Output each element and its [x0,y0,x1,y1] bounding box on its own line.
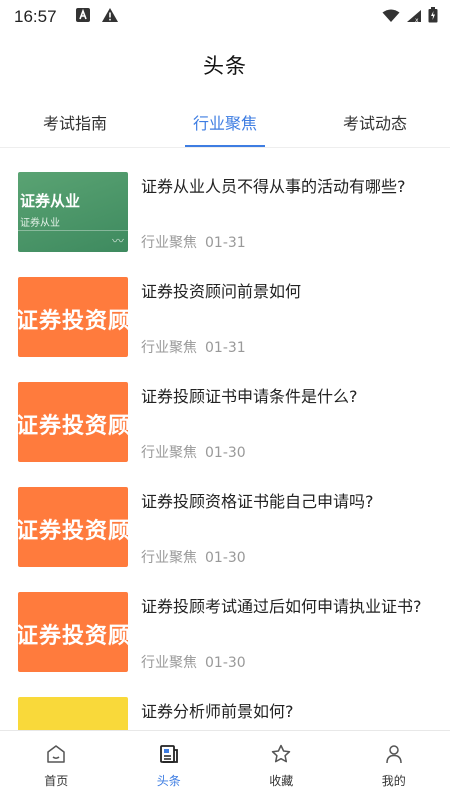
nav-news[interactable]: 头条 [113,731,226,800]
warning-icon [101,7,119,27]
tab-exam-news[interactable]: 考试动态 [300,96,450,147]
app-a-icon [75,7,91,27]
signal-icon: x [406,8,422,27]
article-date: 01-31 [205,340,246,356]
article-category: 行业聚焦 [141,340,197,356]
article-title: 证券投顾证书申请条件是什么? [141,387,358,406]
thumbnail-text: 证券投资顾问 [18,414,128,439]
category-tabs: 考试指南 行业聚焦 考试动态 [0,96,450,148]
tab-label: 行业聚焦 [192,113,257,133]
thumbnail-text: 证券从业 [20,192,81,210]
article-item[interactable]: 证券投资顾问 证券投顾资格证书能自己申请吗? 行业聚焦 01-30 [0,471,450,576]
nav-label: 收藏 [269,774,294,788]
thumbnail-text: 证券投资顾问 [18,309,128,334]
article-thumbnail: 证券从业 证券从业 〰 [18,172,128,252]
article-category: 行业聚焦 [141,655,197,671]
news-icon [158,743,180,768]
page-title: 头条 [203,54,247,78]
article-item[interactable]: 证券从业 证券从业 〰 证券从业人员不得从事的活动有哪些? 行业聚焦 01-31 [0,156,450,261]
nav-label: 首页 [44,774,69,788]
article-category: 行业聚焦 [141,445,197,461]
article-category: 行业聚焦 [141,550,197,566]
article-meta: 行业聚焦 01-30 [141,442,246,462]
article-item[interactable]: 证券投资顾问 证券投顾证书申请条件是什么? 行业聚焦 01-30 [0,366,450,471]
nav-home[interactable]: 首页 [0,731,113,800]
svg-text:x: x [415,17,419,23]
nav-label: 我的 [381,774,406,788]
article-category: 行业聚焦 [141,235,197,251]
article-date: 01-30 [205,655,246,671]
article-thumbnail: 证券投资顾问 [18,487,128,567]
article-thumbnail: 证券投资顾问 [18,592,128,672]
article-meta: 行业聚焦 01-31 [141,232,246,252]
article-title: 证券投顾考试通过后如何申请执业证书? [141,597,422,616]
status-left-icons [75,7,119,27]
header: 头条 [0,34,450,96]
thumbnail-divider [18,230,128,231]
nav-profile[interactable]: 我的 [338,731,450,800]
status-bar: 16:57 x [0,0,450,34]
tab-exam-guide[interactable]: 考试指南 [0,96,150,147]
article-date: 01-30 [205,445,246,461]
article-title: 证券从业人员不得从事的活动有哪些? [141,177,406,196]
article-thumbnail: 证券投资顾问 [18,277,128,357]
home-icon [45,743,67,768]
article-item[interactable]: 证券分析师前景如何? [0,681,450,730]
article-date: 01-31 [205,235,246,251]
bottom-nav: 首页 头条 收藏 我的 [0,730,450,800]
tab-label: 考试动态 [342,113,407,133]
tab-industry-focus[interactable]: 行业聚焦 [150,96,300,147]
person-icon [383,743,405,768]
status-right: x [382,7,438,27]
article-title: 证券投资顾问前景如何 [141,282,302,301]
thumbnail-text: 证券投资顾问 [18,624,128,649]
status-time: 16:57 [14,7,57,26]
nav-favorites[interactable]: 收藏 [225,731,338,800]
battery-icon [428,7,438,27]
article-meta: 行业聚焦 01-30 [141,547,246,567]
article-thumbnail: 证券投资顾问 [18,382,128,462]
nav-label: 头条 [156,774,181,788]
active-tab-indicator [185,145,265,147]
article-date: 01-30 [205,550,246,566]
thumbnail-text: 证券投资顾问 [18,519,128,544]
article-thumbnail [18,697,128,730]
tab-label: 考试指南 [42,113,107,133]
article-list[interactable]: 证券从业 证券从业 〰 证券从业人员不得从事的活动有哪些? 行业聚焦 01-31 … [0,156,450,730]
article-item[interactable]: 证券投资顾问 证券投顾考试通过后如何申请执业证书? 行业聚焦 01-30 [0,576,450,681]
star-icon [270,743,292,768]
thumbnail-wave-icon: 〰 [111,234,124,248]
article-item[interactable]: 证券投资顾问 证券投资顾问前景如何 行业聚焦 01-31 [0,261,450,366]
article-title: 证券投顾资格证书能自己申请吗? [141,492,374,511]
thumbnail-subtext: 证券从业 [20,218,60,229]
article-title: 证券分析师前景如何? [141,702,294,721]
wifi-icon [382,8,400,27]
article-meta: 行业聚焦 01-31 [141,337,246,357]
article-meta: 行业聚焦 01-30 [141,652,246,672]
